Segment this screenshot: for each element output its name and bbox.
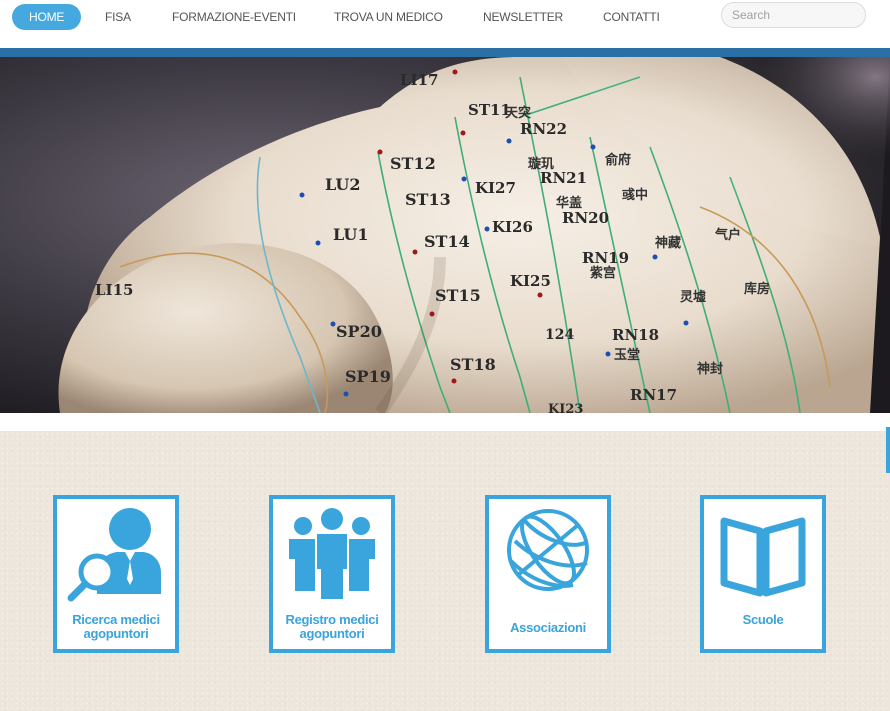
tile-ricerca-medici[interactable]: Ricerca medici agopuntori xyxy=(53,495,179,653)
hero-label: RN22 xyxy=(520,120,567,138)
tile-registro-medici[interactable]: Registro medici agopuntori xyxy=(269,495,395,653)
hero-label: ST12 xyxy=(390,154,436,173)
open-book-icon xyxy=(720,517,806,597)
hero-label: ST15 xyxy=(435,286,481,305)
globe-icon xyxy=(507,509,589,591)
tile-scuole[interactable]: Scuole xyxy=(700,495,826,653)
people-registry-icon xyxy=(289,508,375,599)
section-gap xyxy=(0,413,890,431)
hero-label: LU1 xyxy=(333,225,368,244)
hero-illustration: LI17 ST11 RN22 ST12 LU2 ST13 KI27 RN21 L… xyxy=(0,57,890,413)
tile-label: Registro medici agopuntori xyxy=(285,612,379,641)
top-navigation: HOME FISA FORMAZIONE-EVENTI TROVA UN MED… xyxy=(0,0,890,48)
nav-home[interactable]: HOME xyxy=(12,4,82,30)
svg-text:彧中: 彧中 xyxy=(622,187,648,203)
tile-label: Associazioni xyxy=(510,620,586,635)
hero-label: KI25 xyxy=(510,272,551,290)
svg-text:玉堂: 玉堂 xyxy=(614,347,640,363)
svg-text:俞府: 俞府 xyxy=(604,152,631,168)
hero-label: KI23 xyxy=(548,402,583,413)
svg-text:华盖: 华盖 xyxy=(556,195,582,211)
hero-label: RN19 xyxy=(582,249,629,267)
hero-label: LU2 xyxy=(325,175,360,194)
hero-label: RN20 xyxy=(562,209,609,227)
tile-label: Ricerca medici agopuntori xyxy=(72,612,160,641)
tile-associazioni[interactable]: Associazioni xyxy=(485,495,611,653)
nav-newsletter[interactable]: NEWSLETTER xyxy=(483,5,563,29)
hero-label: LI17 xyxy=(400,71,438,89)
hero-label: ST14 xyxy=(424,232,470,251)
hero-label: RN18 xyxy=(612,326,659,344)
header-divider xyxy=(0,48,890,57)
svg-text:天突: 天突 xyxy=(505,105,531,121)
svg-text:气户: 气户 xyxy=(715,227,741,243)
hero-label: RN17 xyxy=(630,386,677,404)
right-edge-accent xyxy=(886,427,890,473)
svg-text:神藏: 神藏 xyxy=(655,235,681,251)
nav-formazione-eventi[interactable]: FORMAZIONE-EVENTI xyxy=(172,5,296,29)
hero-label: KI26 xyxy=(492,218,533,236)
quick-links-section: Ricerca medici agopuntori Registro medic… xyxy=(0,431,890,711)
svg-text:库房: 库房 xyxy=(744,281,770,297)
hero-label: LI15 xyxy=(95,281,133,299)
svg-text:紫宫: 紫宫 xyxy=(590,265,616,281)
search-input[interactable] xyxy=(721,2,866,28)
nav-fisa[interactable]: FISA xyxy=(105,5,131,29)
hero-label: 124 xyxy=(545,327,574,343)
nav-trova-un-medico[interactable]: TROVA UN MEDICO xyxy=(334,5,443,29)
search-doctor-icon xyxy=(67,508,161,602)
svg-text:神封: 神封 xyxy=(697,361,723,377)
svg-text:璇玑: 璇玑 xyxy=(528,156,554,172)
hero-label: SP20 xyxy=(336,322,382,341)
hero-label: ST13 xyxy=(405,190,451,209)
tile-label: Scuole xyxy=(742,612,784,627)
hero-image-acupuncture-model: LI17 ST11 RN22 ST12 LU2 ST13 KI27 RN21 L… xyxy=(0,57,890,413)
nav-contatti[interactable]: CONTATTI xyxy=(603,5,660,29)
hero-label: SP19 xyxy=(345,367,391,386)
hero-label: ST18 xyxy=(450,355,496,374)
hero-label: KI27 xyxy=(475,179,516,197)
svg-text:灵墟: 灵墟 xyxy=(680,289,706,305)
